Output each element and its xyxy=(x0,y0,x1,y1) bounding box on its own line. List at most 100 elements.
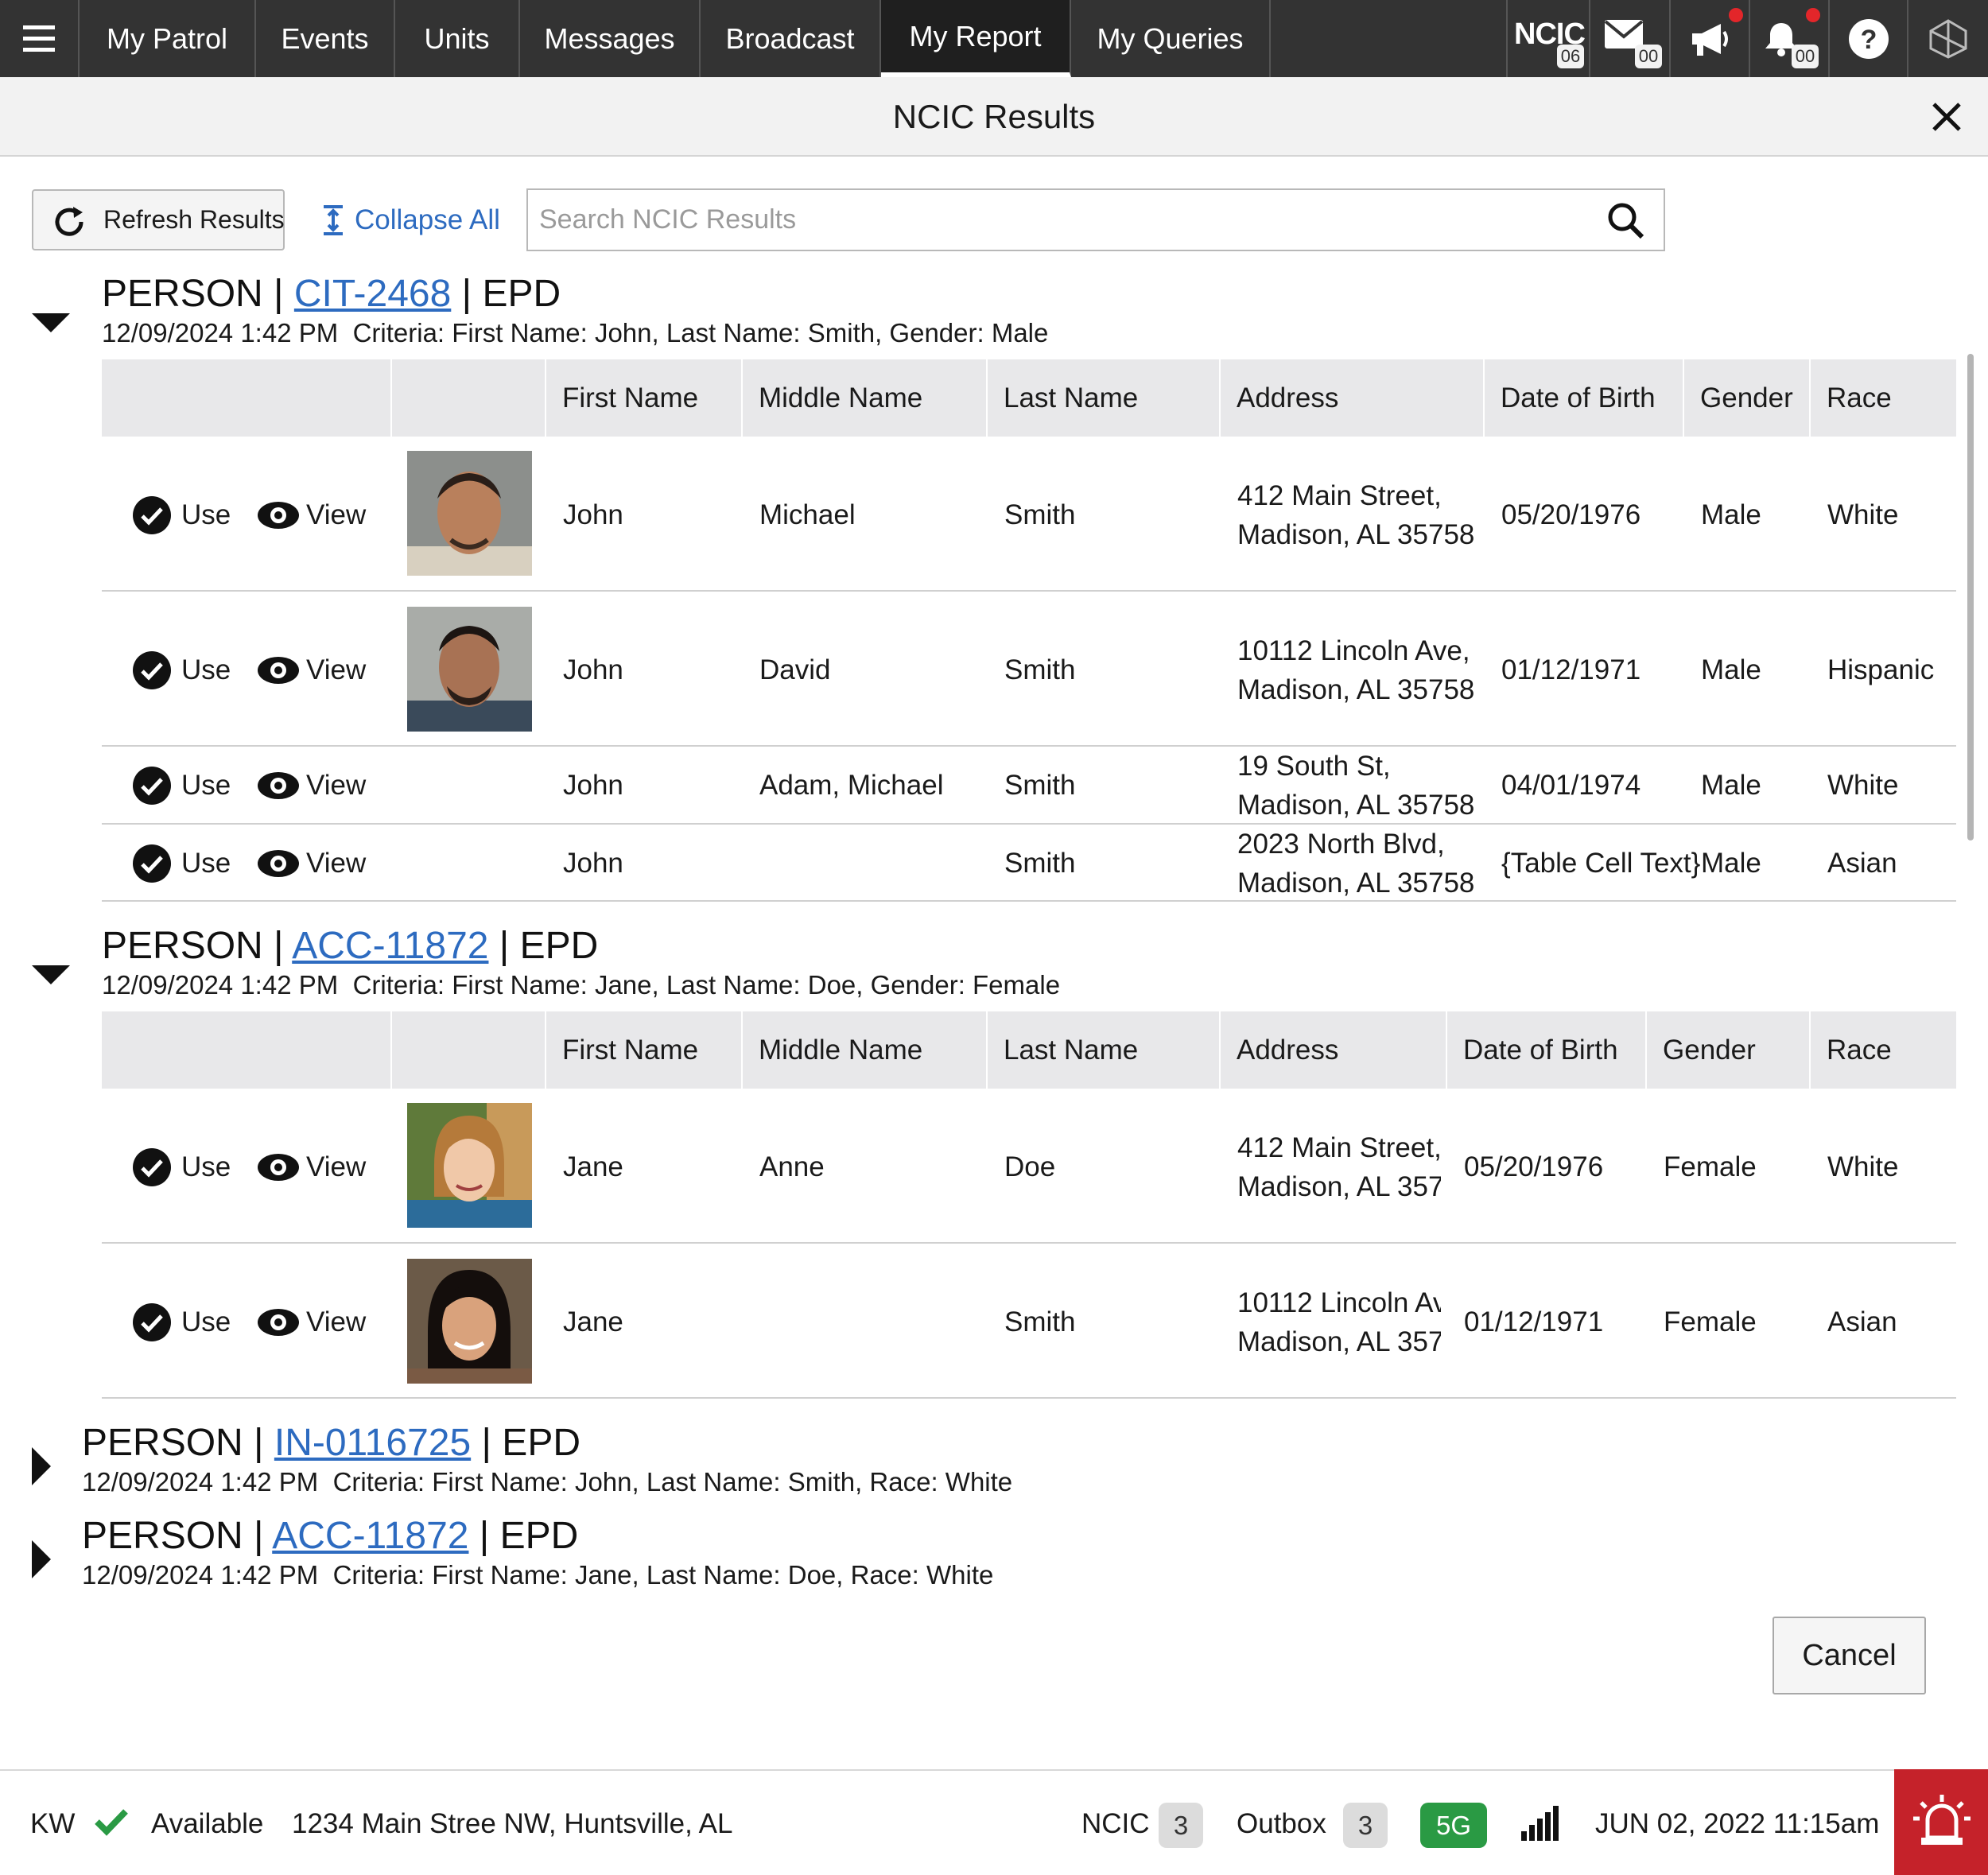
view-button[interactable]: View xyxy=(257,766,366,806)
dialog-title-bar: NCIC Results xyxy=(0,77,1988,157)
user-initials[interactable]: KW xyxy=(30,1771,75,1875)
ncic-button[interactable]: NCIC 06 xyxy=(1506,0,1590,77)
cell-race: White xyxy=(1827,499,1899,530)
table-row[interactable]: Use View John Adam, Michael Smith 19 Sou… xyxy=(102,747,1956,825)
cell-race: Asian xyxy=(1827,848,1897,879)
refresh-label: Refresh Results xyxy=(103,205,285,234)
cell-middle-name: Adam, Michael xyxy=(759,770,944,801)
emergency-button[interactable] xyxy=(1894,1769,1988,1875)
caret-right-icon[interactable] xyxy=(30,1446,52,1487)
record-link[interactable]: ACC-11872 xyxy=(292,925,488,967)
person-photo[interactable] xyxy=(407,1103,532,1228)
caret-right-icon[interactable] xyxy=(30,1539,52,1580)
table-header: First Name Middle Name Last Name Address… xyxy=(102,1011,1956,1089)
tab-messages[interactable]: Messages xyxy=(520,0,701,77)
cancel-button[interactable]: Cancel xyxy=(1773,1617,1926,1694)
eye-icon xyxy=(258,657,299,684)
col-gender[interactable]: Gender xyxy=(1645,1011,1809,1089)
group-title: PERSON | IN-0116725 | EPD xyxy=(82,1422,580,1464)
col-dob[interactable]: Date of Birth xyxy=(1446,1011,1645,1089)
use-button[interactable]: Use xyxy=(132,495,231,535)
scrollbar-thumb[interactable] xyxy=(1967,354,1974,840)
col-first-name[interactable]: First Name xyxy=(545,359,741,437)
cell-last-name: Smith xyxy=(1004,654,1076,685)
view-button[interactable]: View xyxy=(257,650,366,690)
group-meta: 12/09/2024 1:42 PM Criteria: First Name:… xyxy=(102,970,1061,1000)
record-link[interactable]: IN-0116725 xyxy=(274,1422,471,1464)
megaphone-icon xyxy=(1692,23,1728,56)
outbox-label: Outbox xyxy=(1237,1808,1326,1839)
notifications-button[interactable]: 00 xyxy=(1750,0,1830,77)
search-input[interactable] xyxy=(539,198,1573,242)
col-last-name[interactable]: Last Name xyxy=(986,1011,1219,1089)
person-photo[interactable] xyxy=(407,451,532,576)
cell-middle-name: Michael xyxy=(759,499,856,530)
view-button[interactable]: View xyxy=(257,495,366,535)
ncic-queue-count[interactable]: 3 xyxy=(1159,1803,1203,1848)
search-icon[interactable] xyxy=(1606,201,1644,239)
refresh-icon xyxy=(55,207,83,236)
person-photo[interactable] xyxy=(407,607,532,732)
tab-units[interactable]: Units xyxy=(395,0,520,77)
search-field[interactable] xyxy=(526,188,1665,251)
cell-first-name: John xyxy=(563,654,623,685)
cell-middle-name: Anne xyxy=(759,1151,825,1182)
cell-dob: 04/01/1974 xyxy=(1501,770,1641,801)
check-circle-icon xyxy=(133,651,171,689)
person-photo[interactable] xyxy=(407,1259,532,1384)
cell-race: Asian xyxy=(1827,1306,1897,1337)
collapse-label: Collapse All xyxy=(355,204,500,235)
use-button[interactable]: Use xyxy=(132,650,231,690)
use-button[interactable]: Use xyxy=(132,844,231,883)
availability-status[interactable]: Available xyxy=(151,1771,263,1875)
eye-icon xyxy=(258,850,299,877)
caret-down-icon[interactable] xyxy=(30,964,72,986)
menu-button[interactable] xyxy=(0,0,80,77)
app-logo-button[interactable] xyxy=(1908,0,1988,77)
use-button[interactable]: Use xyxy=(132,766,231,806)
caret-down-icon[interactable] xyxy=(30,312,72,334)
record-link[interactable]: CIT-2468 xyxy=(294,273,451,315)
tab-events[interactable]: Events xyxy=(256,0,395,77)
ncic-badge: 06 xyxy=(1557,45,1584,68)
col-middle-name[interactable]: Middle Name xyxy=(741,359,986,437)
tab-my-queries[interactable]: My Queries xyxy=(1071,0,1271,77)
status-bar: KW Available 1234 Main Stree NW, Huntsvi… xyxy=(0,1769,1988,1875)
col-last-name[interactable]: Last Name xyxy=(986,359,1219,437)
outbox-count[interactable]: 3 xyxy=(1343,1803,1388,1848)
use-button[interactable]: Use xyxy=(132,1147,231,1187)
view-button[interactable]: View xyxy=(257,1302,366,1342)
tab-broadcast[interactable]: Broadcast xyxy=(701,0,881,77)
use-button[interactable]: Use xyxy=(132,1302,231,1342)
col-first-name[interactable]: First Name xyxy=(545,1011,741,1089)
cell-first-name: John xyxy=(563,848,623,879)
results-table: First Name Middle Name Last Name Address… xyxy=(102,1011,1956,1399)
refresh-results-button[interactable]: Refresh Results xyxy=(32,189,285,250)
view-button[interactable]: View xyxy=(257,844,366,883)
view-button[interactable]: View xyxy=(257,1147,366,1187)
collapse-all-button[interactable]: Collapse All xyxy=(312,189,518,250)
col-gender[interactable]: Gender xyxy=(1683,359,1809,437)
close-button[interactable] xyxy=(1924,95,1969,139)
col-race[interactable]: Race xyxy=(1809,1011,1956,1089)
table-row[interactable]: Use View Jane Smith 10112 Lincoln Ave Mad… xyxy=(102,1244,1956,1399)
broadcast-button[interactable] xyxy=(1671,0,1750,77)
tab-my-report[interactable]: My Report xyxy=(881,0,1071,77)
eye-icon xyxy=(258,772,299,799)
col-middle-name[interactable]: Middle Name xyxy=(741,1011,986,1089)
record-link[interactable]: ACC-11872 xyxy=(272,1515,468,1557)
group-meta: 12/09/2024 1:42 PM Criteria: First Name:… xyxy=(82,1560,994,1590)
help-button[interactable]: ? xyxy=(1830,0,1908,77)
tab-my-patrol[interactable]: My Patrol xyxy=(80,0,256,77)
table-row[interactable]: Use View Jane Anne Doe 412 Main Street, M… xyxy=(102,1089,1956,1244)
mail-button[interactable]: 00 xyxy=(1590,0,1671,77)
col-race[interactable]: Race xyxy=(1809,359,1956,437)
table-row[interactable]: Use View John Smith 2023 North Blvd, Madi… xyxy=(102,825,1956,902)
cell-address: 412 Main Street, Madison, AL 3575 xyxy=(1237,1132,1441,1202)
table-row[interactable]: Use View John David Smith 10112 Lincoln … xyxy=(102,592,1956,747)
cell-dob: 05/20/1976 xyxy=(1464,1151,1604,1182)
col-dob[interactable]: Date of Birth xyxy=(1483,359,1683,437)
col-address[interactable]: Address xyxy=(1219,359,1483,437)
col-address[interactable]: Address xyxy=(1219,1011,1446,1089)
table-row[interactable]: Use View John Michael Smith 412 Main Str… xyxy=(102,437,1956,592)
